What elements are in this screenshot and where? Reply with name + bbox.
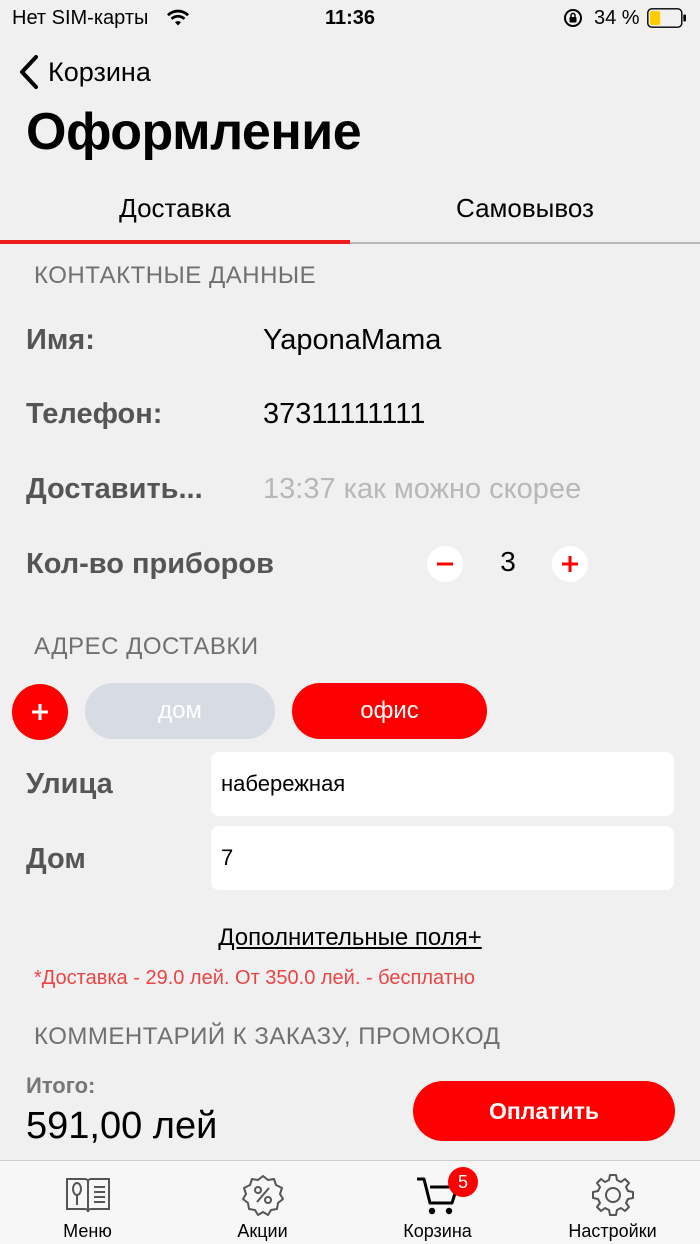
orientation-lock-icon (564, 9, 582, 27)
discount-badge-icon (241, 1175, 284, 1216)
address-section-title: АДРЕС ДОСТАВКИ (34, 633, 259, 660)
page-title: Оформление (26, 103, 362, 161)
comment-section-title[interactable]: КОММЕНТАРИЙ К ЗАКАЗУ, ПРОМОКОД (34, 1023, 500, 1051)
name-label: Имя: (26, 324, 95, 356)
phone-value[interactable]: 37311111111 (263, 398, 425, 431)
tabbar-label: Корзина (403, 1221, 472, 1241)
chevron-left-icon (20, 55, 38, 89)
tabbar-label: Акции (237, 1221, 288, 1241)
contact-section-title: КОНТАКТНЫЕ ДАННЫЕ (34, 262, 317, 289)
tabbar-item-cart[interactable]: 5 Корзина (350, 1161, 525, 1244)
tab-active-indicator (0, 240, 350, 244)
house-input[interactable] (211, 826, 674, 890)
address-chip-office[interactable]: офис (292, 683, 487, 739)
add-address-button[interactable] (12, 684, 68, 740)
tabbar-item-menu[interactable]: Меню (0, 1161, 175, 1244)
cutlery-count: 3 (500, 546, 516, 577)
deliver-time-field[interactable]: 13:37 как можно скорее (263, 473, 581, 506)
battery-icon (647, 8, 686, 28)
total-value: 591,00 лей (26, 1105, 218, 1147)
tab-delivery[interactable]: Доставка (0, 182, 350, 244)
pay-button[interactable]: Оплатить (413, 1081, 675, 1141)
plus-icon (32, 704, 48, 720)
delivery-note: *Доставка - 29.0 лей. От 350.0 лей. - бе… (34, 967, 476, 989)
house-label: Дом (26, 843, 86, 875)
deliver-time-label: Доставить... (26, 473, 203, 505)
name-value[interactable]: YaponaMama (263, 324, 441, 357)
tabbar-label: Меню (63, 1221, 112, 1241)
delivery-tabs: Доставка Самовывоз (0, 182, 700, 244)
gear-icon (591, 1174, 634, 1216)
total-label: Итого: (26, 1073, 96, 1098)
cutlery-increase-button[interactable] (552, 546, 588, 582)
street-label: Улица (26, 768, 113, 800)
cutlery-label: Кол-во приборов (26, 548, 274, 580)
cutlery-decrease-button[interactable] (427, 546, 463, 582)
more-fields-link[interactable]: Дополнительные поля+ (0, 924, 700, 952)
minus-icon (437, 562, 453, 566)
battery-percent: 34 % (594, 7, 640, 29)
menu-book-icon (65, 1178, 110, 1213)
cart-badge: 5 (448, 1167, 478, 1197)
plus-icon (562, 556, 578, 572)
bottom-tab-bar: Меню Акции 5 Корзина Настройки (0, 1160, 700, 1244)
back-label: Корзина (48, 56, 151, 87)
tabbar-item-promotions[interactable]: Акции (175, 1161, 350, 1244)
street-input[interactable] (211, 752, 674, 816)
status-bar: Нет SIM-карты 11:36 34 % (0, 0, 700, 38)
address-chip-home[interactable]: дом (85, 683, 275, 739)
back-button[interactable]: Корзина (18, 52, 151, 92)
tabbar-label: Настройки (568, 1221, 657, 1241)
phone-label: Телефон: (26, 398, 163, 430)
tabbar-item-settings[interactable]: Настройки (525, 1161, 700, 1244)
tab-pickup[interactable]: Самовывоз (350, 182, 700, 244)
